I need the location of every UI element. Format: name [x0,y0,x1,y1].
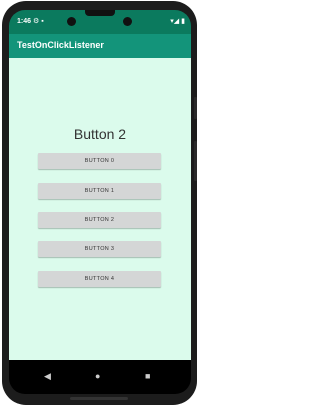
button-0[interactable]: BUTTON 0 [38,153,161,169]
notification-icons: ⚙ ▪ [33,18,44,25]
signal-battery-icon: ▾◢ ▮ [170,18,185,25]
app-title: TestOnClickListener [17,40,104,50]
main-content: Button 2 BUTTON 0 BUTTON 1 BUTTON 2 BUTT… [9,58,191,360]
back-icon[interactable]: ◀ [44,371,51,382]
recents-icon[interactable]: ■ [145,371,150,381]
button-1[interactable]: BUTTON 1 [38,183,161,199]
button-4[interactable]: BUTTON 4 [38,271,161,287]
power-button [194,97,197,119]
volume-button [194,141,197,181]
home-icon[interactable]: ● [95,371,100,381]
device-screen: 1:46 ⚙ ▪ ▾◢ ▮ TestOnClickListener Button… [9,10,191,394]
result-text: Button 2 [73,126,127,142]
front-camera-icon [67,17,76,26]
speaker-notch [85,10,115,16]
bottom-speaker [70,397,128,400]
status-bar: 1:46 ⚙ ▪ ▾◢ ▮ [9,10,191,34]
app-bar: TestOnClickListener [9,34,191,58]
navigation-bar: ◀ ● ■ [9,360,191,394]
button-3[interactable]: BUTTON 3 [38,241,161,257]
button-2[interactable]: BUTTON 2 [38,212,161,228]
front-sensor-icon [123,17,132,26]
status-time: 1:46 [17,18,32,25]
